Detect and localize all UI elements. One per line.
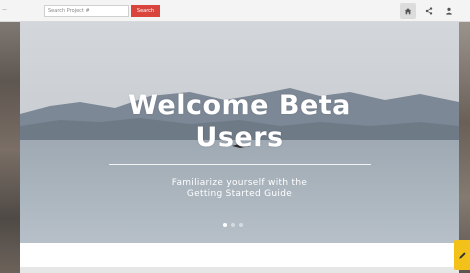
home-button[interactable] — [400, 3, 416, 19]
user-icon — [446, 7, 452, 15]
carousel-dot[interactable] — [223, 223, 227, 227]
hero-title-line: Welcome Beta — [128, 90, 351, 121]
feedback-tab[interactable] — [454, 240, 470, 270]
hero-subtitle-line: Familiarize yourself with the — [171, 178, 308, 188]
top-bar: — Search — [0, 0, 470, 22]
home-icon — [404, 8, 412, 15]
hero-subtitle-line: Getting Started Guide — [186, 189, 293, 199]
hero-title: Welcome Beta Users — [20, 90, 459, 154]
share-icon — [425, 7, 433, 15]
hero-banner: Welcome Beta Users Familiarize yourself … — [20, 22, 459, 243]
carousel-dot[interactable] — [239, 223, 243, 227]
share-button[interactable] — [421, 3, 437, 19]
carousel-dot[interactable] — [231, 223, 235, 227]
search-button[interactable]: Search — [131, 5, 160, 17]
carousel-indicators — [223, 223, 243, 227]
background-page-right — [459, 22, 470, 273]
search-input[interactable] — [44, 5, 129, 17]
hero-divider — [109, 164, 371, 165]
pencil-icon — [458, 251, 466, 259]
hero-title-line: Users — [195, 122, 284, 153]
bottom-bar — [20, 267, 459, 273]
hero-subtitle[interactable]: Familiarize yourself with the Getting St… — [20, 178, 459, 200]
background-page-left — [0, 0, 20, 273]
user-button[interactable] — [441, 3, 457, 19]
edge-fragment: — — [2, 7, 7, 13]
